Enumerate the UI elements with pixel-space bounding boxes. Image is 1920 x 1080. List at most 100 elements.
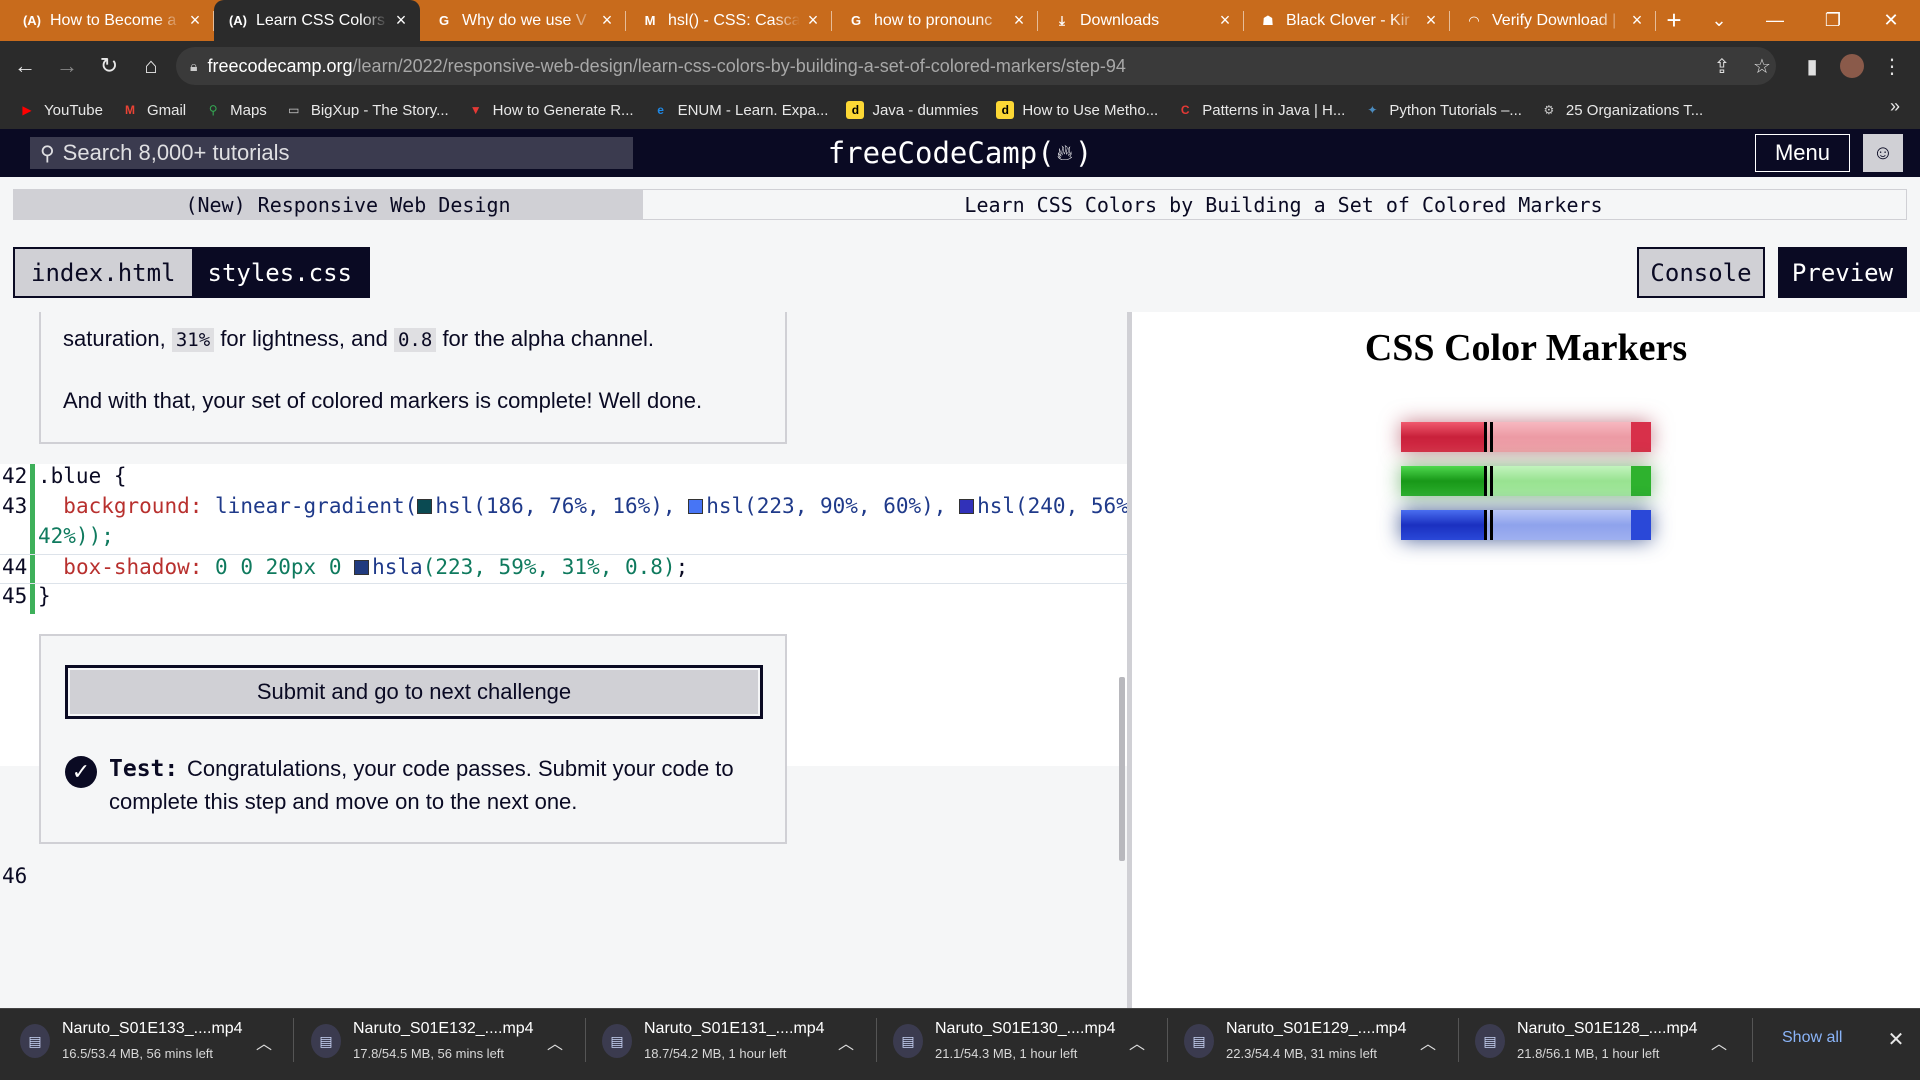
close-tab-icon[interactable]: × [1216,10,1234,30]
css-value: hsl(186, 76%, 16%), [435,494,676,518]
bookmark-generate[interactable]: ▼ How to Generate R... [467,101,634,119]
close-tab-icon[interactable]: × [1422,10,1440,30]
preview-button[interactable]: Preview [1778,247,1907,298]
breadcrumb-course[interactable]: (New) Responsive Web Design [13,189,643,220]
home-icon[interactable]: ⌂ [134,49,168,83]
bookmark-label: 25 Organizations T... [1565,101,1704,119]
browser-tab[interactable]: ◠ Verify Download | × [1450,0,1656,41]
close-tab-icon[interactable]: × [186,10,204,30]
chevron-up-icon[interactable]: ︿ [1125,1030,1149,1054]
side-panel-icon[interactable]: ▮ [1796,50,1828,82]
bookmark-enum[interactable]: e ENUM - Learn. Expa... [652,101,828,119]
css-function: hsla [372,555,423,579]
bookmarks-overflow-icon[interactable]: » [1890,96,1900,117]
bookmark-youtube[interactable]: ▶ YouTube [18,101,103,119]
close-icon[interactable]: ✕ [1884,1027,1908,1051]
bookmark-java-dummies[interactable]: d Java - dummies [846,101,978,119]
forward-arrow-icon[interactable]: → [50,49,84,83]
gutter-marker [30,584,35,614]
download-item[interactable]: ▤ Naruto_S01E129_....mp4 22.3/54.4 MB, 3… [1184,1020,1464,1068]
close-tab-icon[interactable]: × [598,10,616,30]
test-label: Test: [109,756,179,782]
download-item[interactable]: ▤ Naruto_S01E132_....mp4 17.8/54.5 MB, 5… [311,1020,591,1068]
code-line[interactable]: 43 background: linear-gradient(hsl(186, … [0,494,1127,554]
css-value: 0 0 20px 0 [215,555,342,579]
code-line[interactable]: 42 .blue { [0,464,1127,494]
browser-tab[interactable]: M hsl() - CSS: Casca × [626,0,832,41]
close-tab-icon[interactable]: × [392,10,410,30]
marker-cap [1401,510,1484,540]
bookmark-methods[interactable]: d How to Use Metho... [996,101,1158,119]
reload-icon[interactable]: ↻ [92,49,126,83]
address-bar[interactable]: 🔒︎ freecodecamp.org/learn/2022/responsiv… [176,47,1776,85]
file-icon: ▤ [1184,1024,1214,1058]
chevron-up-icon[interactable]: ︿ [1416,1030,1440,1054]
submit-button[interactable]: Submit and go to next challenge [65,665,763,719]
chevron-up-icon[interactable]: ︿ [834,1030,858,1054]
browser-tab[interactable]: G Why do we use V × [420,0,626,41]
bookmark-patterns[interactable]: C Patterns in Java | H... [1176,101,1345,119]
google-favicon-icon: G [438,13,450,28]
close-tab-icon[interactable]: × [804,10,822,30]
chevron-up-icon[interactable]: ︿ [543,1030,567,1054]
bookmark-label: Maps [230,101,267,119]
close-tab-icon[interactable]: × [1628,10,1646,30]
bookmark-bigxup[interactable]: ▭ BigXup - The Story... [285,101,449,119]
line-number: 42 [2,464,28,488]
gutter-marker [30,555,35,583]
breadcrumb-project[interactable]: Learn CSS Colors by Building a Set of Co… [660,189,1907,220]
code-line[interactable]: 45 } [0,584,1127,614]
site-favicon-icon: ▭ [288,103,300,117]
close-tab-icon[interactable]: × [1010,10,1028,30]
browser-tab[interactable]: ⤓ Downloads × [1038,0,1244,41]
minimize-icon[interactable]: — [1748,0,1802,41]
new-tab-icon[interactable]: + [1656,0,1692,41]
bookmark-organizations[interactable]: ⚙ 25 Organizations T... [1540,101,1704,119]
show-all-downloads-link[interactable]: Show all [1782,1029,1842,1047]
bookmark-maps[interactable]: ⚲ Maps [204,101,267,119]
menu-button[interactable]: Menu [1755,134,1850,172]
bookmark-star-icon[interactable]: ☆ [1746,50,1778,82]
line-number: 46 [2,864,28,888]
tab-index-html[interactable]: index.html [15,249,192,296]
share-icon[interactable]: ⇪ [1706,50,1738,82]
browser-tab-active[interactable]: (A) Learn CSS Colors × [214,0,420,41]
color-swatch[interactable] [688,499,704,514]
color-swatch[interactable] [417,499,433,514]
code-line-wrap[interactable]: 42%)); [0,524,1127,554]
download-item[interactable]: ▤ Naruto_S01E131_....mp4 18.7/54.2 MB, 1… [602,1020,882,1068]
color-swatch[interactable] [959,499,975,514]
browser-tab[interactable]: ☗ Black Clover - Kir × [1244,0,1450,41]
search-input[interactable]: ⚲ Search 8,000+ tutorials [30,137,633,169]
profile-avatar[interactable] [1836,50,1868,82]
tab-search-chevron-icon[interactable]: ⌄ [1692,0,1746,41]
code-line-active[interactable]: 44 box-shadow: 0 0 20px 0 hsla(223, 59%,… [0,554,1127,584]
browser-tab[interactable]: (A) How to Become a × [8,0,214,41]
back-arrow-icon[interactable]: ← [8,49,42,83]
console-button[interactable]: Console [1637,247,1765,298]
bookmark-python[interactable]: ✦ Python Tutorials –... [1363,101,1522,119]
marker-cap [1401,466,1484,496]
test-message: Congratulations, your code passes. Submi… [187,756,734,781]
fcc-logo[interactable]: freeCodeCamp(🔥︎) [760,129,1160,177]
more-menu-icon[interactable]: ⋮ [1876,50,1908,82]
chevron-up-icon[interactable]: ︿ [1707,1030,1731,1054]
scrollbar[interactable] [1119,677,1125,861]
download-item[interactable]: ▤ Naruto_S01E130_....mp4 21.1/54.3 MB, 1… [893,1020,1173,1068]
tab-styles-css[interactable]: styles.css [191,249,368,296]
window-close-icon[interactable]: ✕ [1864,0,1918,41]
bookmark-label: How to Generate R... [492,101,634,119]
color-swatch[interactable] [354,560,370,575]
bookmark-gmail[interactable]: M Gmail [121,101,186,119]
chevron-up-icon[interactable]: ︿ [252,1030,276,1054]
user-avatar-icon[interactable]: ☺ [1863,134,1903,172]
download-item[interactable]: ▤ Naruto_S01E133_....mp4 16.5/53.4 MB, 5… [20,1020,300,1068]
code-line[interactable]: 46 [0,864,1127,894]
instructions-text: for the alpha channel. [442,326,655,351]
bookmark-label: How to Use Metho... [1022,101,1159,119]
download-item[interactable]: ▤ Naruto_S01E128_....mp4 21.8/56.1 MB, 1… [1475,1020,1755,1068]
restore-icon[interactable]: ❐ [1806,0,1860,41]
browser-tab[interactable]: G how to pronounc × [832,0,1038,41]
css-value: (223, 59%, 31%, 0.8) [422,555,676,579]
site-favicon-icon: e [657,103,664,117]
